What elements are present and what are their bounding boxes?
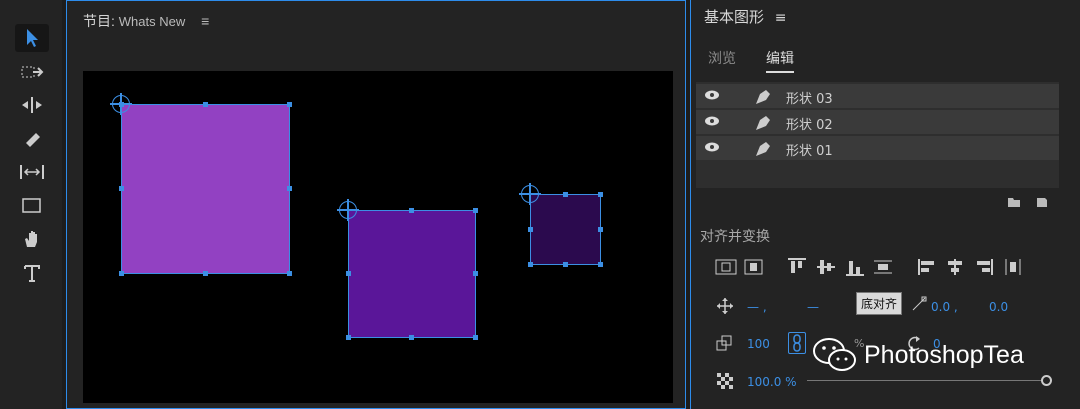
opacity-icon	[717, 373, 733, 389]
sequence-name: Whats New	[118, 14, 186, 29]
layer-item[interactable]: 形状 03	[696, 84, 1059, 108]
scale-value[interactable]: 100	[747, 337, 770, 351]
anchor-icon	[912, 296, 927, 311]
eye-icon[interactable]	[704, 140, 720, 154]
handle[interactable]	[409, 208, 414, 213]
layer-name: 形状 02	[786, 118, 833, 133]
folder-icon[interactable]	[1007, 196, 1021, 208]
layer-list: 形状 03 形状 02 形状 01	[696, 82, 1059, 188]
rectangle-tool-icon[interactable]	[15, 192, 49, 220]
align-top-icon[interactable]	[786, 257, 808, 277]
handle[interactable]	[598, 192, 603, 197]
handle[interactable]	[528, 227, 533, 232]
position-y-dash[interactable]: —	[807, 300, 819, 314]
handle[interactable]	[409, 335, 414, 340]
position-x-dash[interactable]: — ,	[747, 300, 767, 314]
position-icon	[717, 298, 733, 314]
layer-item[interactable]: 形状 02	[696, 110, 1059, 134]
shape-02[interactable]	[348, 210, 476, 338]
watermark: PhotoshopTea	[812, 336, 1024, 374]
shape-01[interactable]	[121, 104, 290, 274]
distribute-horizontal-icon[interactable]	[1002, 257, 1024, 277]
handle[interactable]	[346, 271, 351, 276]
chain-link-icon	[793, 334, 801, 352]
panel-menu-icon[interactable]: ≡	[775, 10, 787, 26]
opacity-slider-handle[interactable]	[1041, 375, 1052, 386]
handle[interactable]	[203, 102, 208, 107]
handle[interactable]	[528, 262, 533, 267]
handle[interactable]	[563, 192, 568, 197]
handle[interactable]	[346, 335, 351, 340]
opacity-slider-track[interactable]	[807, 380, 1045, 381]
align-right-icon[interactable]	[973, 257, 995, 277]
program-title: 节目: Whats New ≡	[83, 11, 209, 31]
program-monitor: 节目: Whats New ≡	[66, 0, 686, 409]
type-tool-icon[interactable]	[15, 259, 49, 287]
bottom-align-tooltip: 底对齐	[856, 292, 903, 315]
tab-browse[interactable]: 浏览	[708, 48, 736, 68]
layer-item[interactable]: 形状 01	[696, 136, 1059, 160]
handle[interactable]	[203, 271, 208, 276]
program-label: 节目:	[83, 13, 115, 29]
anchor-y-value[interactable]: 0.0	[989, 300, 1008, 314]
align-left-icon[interactable]	[916, 257, 938, 277]
eye-icon[interactable]	[704, 88, 720, 102]
slip-tool-icon[interactable]	[15, 158, 49, 186]
handle[interactable]	[287, 186, 292, 191]
razor-tool-icon[interactable]	[15, 125, 49, 153]
panel-title: 基本图形 ≡	[704, 6, 787, 27]
handle[interactable]	[598, 262, 603, 267]
anchor-x-value[interactable]: 0.0 ,	[931, 300, 958, 314]
layer-name: 形状 01	[786, 144, 833, 159]
eye-icon[interactable]	[704, 114, 720, 128]
selection-tool-icon[interactable]	[15, 24, 49, 52]
layer-name: 形状 03	[786, 92, 833, 107]
panel-title-text: 基本图形	[704, 8, 765, 26]
track-select-tool-icon[interactable]	[15, 58, 49, 86]
shape-03[interactable]	[530, 194, 601, 265]
anchor-point-icon[interactable]	[337, 199, 359, 221]
pen-icon	[756, 90, 770, 104]
handle[interactable]	[119, 271, 124, 276]
ripple-edit-tool-icon[interactable]	[15, 91, 49, 119]
distribute-vertical-icon[interactable]	[872, 257, 894, 277]
align-bottom-icon[interactable]	[844, 257, 866, 277]
opacity-value[interactable]: 100.0 %	[747, 375, 797, 389]
handle[interactable]	[119, 186, 124, 191]
align-vertical-center-icon[interactable]	[815, 257, 837, 277]
anchor-point-icon[interactable]	[519, 183, 541, 205]
link-scale-button[interactable]	[788, 332, 806, 354]
align-to-video-frame-icon[interactable]	[714, 257, 738, 277]
handle[interactable]	[598, 227, 603, 232]
wechat-logo-icon	[813, 338, 856, 371]
align-transform-label: 对齐并变换	[700, 229, 770, 245]
program-menu-icon[interactable]: ≡	[201, 13, 209, 29]
handle[interactable]	[287, 102, 292, 107]
scale-icon	[716, 335, 732, 351]
tab-edit[interactable]: 编辑	[766, 48, 794, 73]
watermark-text: PhotoshopTea	[864, 340, 1024, 369]
hand-tool-icon[interactable]	[15, 225, 49, 253]
tools-panel	[0, 0, 62, 409]
handle[interactable]	[563, 262, 568, 267]
align-horizontal-center-icon[interactable]	[944, 257, 966, 277]
handle[interactable]	[119, 102, 124, 107]
new-layer-icon[interactable]	[1035, 195, 1049, 209]
align-to-selection-icon[interactable]	[743, 257, 765, 277]
handle[interactable]	[473, 208, 478, 213]
handle[interactable]	[473, 271, 478, 276]
pen-icon	[756, 142, 770, 156]
handle[interactable]	[473, 335, 478, 340]
video-canvas[interactable]	[83, 71, 673, 403]
pen-icon	[756, 116, 770, 130]
handle[interactable]	[287, 271, 292, 276]
